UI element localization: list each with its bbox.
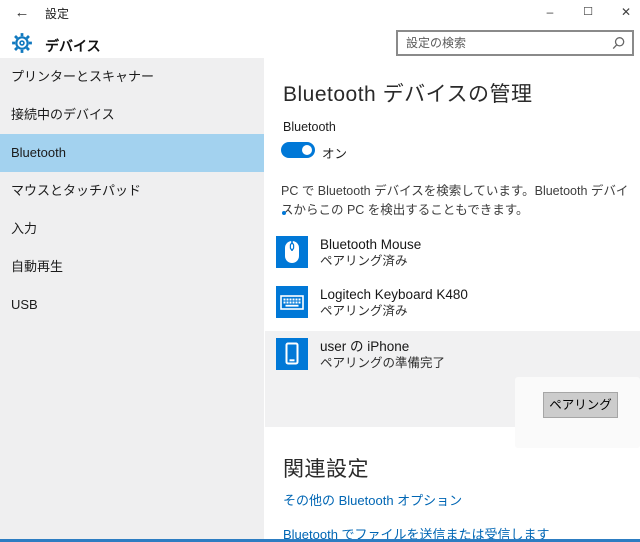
sidebar-item-printers-scanners[interactable]: プリンターとスキャナー	[0, 58, 264, 96]
send-receive-files-link[interactable]: Bluetooth でファイルを送信または受信します	[283, 524, 550, 542]
page-title: デバイス	[45, 36, 101, 56]
keyboard-icon	[276, 286, 308, 318]
device-status: ペアリング済み	[320, 253, 421, 269]
phone-icon	[276, 338, 308, 370]
main-content: Bluetooth デバイスの管理 Bluetooth オン PC で Blue…	[264, 58, 640, 539]
sidebar: プリンターとスキャナー 接続中のデバイス Bluetooth マウスとタッチパッ…	[0, 58, 264, 539]
pair-button[interactable]: ペアリング	[543, 392, 618, 418]
bluetooth-toggle[interactable]	[281, 142, 315, 158]
device-name: user の iPhone	[320, 338, 445, 355]
bluetooth-toggle-state: オン	[322, 143, 347, 162]
search-icon[interactable]	[611, 36, 626, 51]
device-row-logitech-keyboard[interactable]: Logitech Keyboard K480 ペアリング済み	[264, 286, 640, 334]
sidebar-item-connected-devices[interactable]: 接続中のデバイス	[0, 96, 264, 134]
window-title: 設定	[45, 5, 69, 22]
manage-bluetooth-heading: Bluetooth デバイスの管理	[283, 78, 532, 108]
device-status: ペアリング済み	[320, 303, 468, 319]
sidebar-item-mouse-touchpad[interactable]: マウスとタッチパッド	[0, 172, 264, 210]
toggle-knob-icon	[302, 145, 312, 155]
gear-icon	[11, 32, 33, 54]
search-input[interactable]	[398, 32, 632, 54]
back-button[interactable]: ←	[10, 2, 34, 24]
sidebar-item-typing[interactable]: 入力	[0, 210, 264, 248]
minimize-button[interactable]: –	[533, 0, 567, 26]
maximize-button[interactable]: ☐	[571, 0, 605, 26]
device-status: ペアリングの準備完了	[320, 355, 445, 371]
device-name: Logitech Keyboard K480	[320, 286, 468, 303]
more-bluetooth-options-link[interactable]: その他の Bluetooth オプション	[283, 490, 462, 509]
related-settings-heading: 関連設定	[283, 453, 369, 483]
sidebar-item-usb[interactable]: USB	[0, 286, 264, 324]
bluetooth-toggle-label: Bluetooth	[283, 120, 336, 134]
device-row-bluetooth-mouse[interactable]: Bluetooth Mouse ペアリング済み	[264, 236, 640, 284]
device-name: Bluetooth Mouse	[320, 236, 421, 253]
progress-dot-icon	[282, 211, 286, 215]
sidebar-item-autoplay[interactable]: 自動再生	[0, 248, 264, 286]
title-bar: ← 設定 – ☐ ✕	[0, 0, 640, 26]
close-button[interactable]: ✕	[609, 0, 640, 26]
search-box	[396, 30, 634, 56]
mouse-icon	[276, 236, 308, 268]
search-status-text: PC で Bluetooth デバイスを検索しています。Bluetooth デバ…	[281, 182, 633, 221]
settings-window: ← 設定 – ☐ ✕ デバイス	[0, 0, 640, 542]
sidebar-item-bluetooth[interactable]: Bluetooth	[0, 134, 264, 172]
